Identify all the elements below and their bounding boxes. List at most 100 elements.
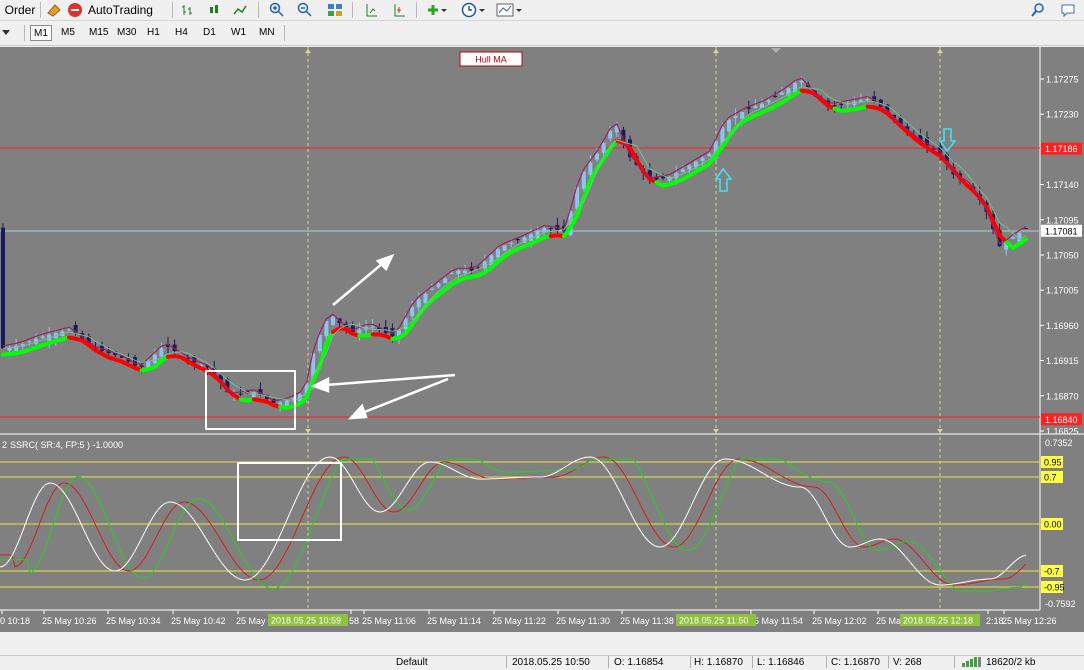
time-label: 25 May 11:06 bbox=[362, 616, 416, 626]
candle-body bbox=[456, 271, 460, 275]
candle-body bbox=[423, 294, 427, 303]
autotrading-button[interactable]: AutoTrading bbox=[68, 1, 168, 19]
candle-body bbox=[503, 245, 507, 250]
status-separator bbox=[690, 656, 691, 668]
toolbar-dropdown-icon[interactable] bbox=[2, 30, 10, 35]
candle-body bbox=[740, 112, 744, 119]
status-separator bbox=[954, 656, 955, 668]
candle-body bbox=[437, 283, 441, 287]
chat-icon[interactable] bbox=[1058, 1, 1078, 19]
status-close: C: 1.16870 bbox=[831, 657, 880, 668]
candle-body bbox=[153, 355, 157, 364]
time-label: 58 bbox=[349, 616, 359, 626]
candle-body bbox=[866, 99, 870, 100]
candle-body bbox=[839, 104, 843, 105]
level-tag-label: 0.95 bbox=[1044, 458, 1062, 468]
new-order-button[interactable]: Order bbox=[2, 1, 38, 19]
connection-icon[interactable] bbox=[962, 657, 982, 670]
search-icon[interactable] bbox=[1028, 1, 1048, 19]
time-label: 25 May 12:02 bbox=[812, 616, 867, 626]
price-label: 1.17095 bbox=[1046, 215, 1079, 225]
timeframe-d1[interactable]: D1 bbox=[200, 25, 219, 41]
time-highlight-label: 2018.05.25 11:50 bbox=[679, 616, 748, 626]
level-tag-label: -0.7 bbox=[1044, 567, 1060, 577]
time-label: 25 May 11:22 bbox=[492, 616, 546, 626]
candle-body bbox=[430, 289, 434, 290]
status-separator bbox=[888, 656, 889, 668]
timeframe-w1[interactable]: W1 bbox=[228, 25, 249, 41]
timeframe-m15[interactable]: M15 bbox=[86, 25, 111, 41]
time-label: 2:18 bbox=[986, 616, 1004, 626]
candle-body bbox=[595, 154, 599, 160]
status-profile[interactable]: Default bbox=[396, 657, 428, 668]
candle-body bbox=[159, 348, 163, 356]
candle-body bbox=[496, 249, 500, 258]
status-separator bbox=[608, 656, 609, 668]
timeframe-m1[interactable]: M1 bbox=[30, 25, 52, 41]
timeframe-mn[interactable]: MN bbox=[256, 25, 278, 41]
oscillator-pane: 2 SSRC( SR:4, FP:5 ) -1.0000 0.950.70.00… bbox=[0, 438, 1076, 609]
level-tag-label: 0.7 bbox=[1044, 473, 1057, 483]
periods-clock-icon[interactable] bbox=[458, 1, 488, 19]
status-separator bbox=[752, 656, 753, 668]
candle-body bbox=[727, 120, 731, 132]
price-label: 1.16915 bbox=[1046, 356, 1079, 366]
time-label: 25 May 10:26 bbox=[42, 616, 97, 626]
templates-icon[interactable] bbox=[494, 1, 524, 19]
chart-shift-icon[interactable] bbox=[360, 1, 382, 19]
candle-body bbox=[404, 318, 408, 329]
price-tag-label: 1.17081 bbox=[1045, 226, 1078, 236]
price-tag-label: 1.16840 bbox=[1045, 415, 1078, 425]
bar-chart-icon[interactable] bbox=[178, 1, 198, 19]
candle-body bbox=[443, 278, 447, 283]
level-tag-label: 0.00 bbox=[1044, 520, 1062, 530]
candle-body bbox=[509, 243, 513, 244]
price-axis: 1.172751.172301.171861.171401.170951.170… bbox=[1040, 75, 1082, 437]
timeframe-m5[interactable]: M5 bbox=[58, 25, 78, 41]
candle-body bbox=[252, 392, 256, 397]
level-tag-label: -0.95 bbox=[1044, 583, 1065, 593]
candle-body bbox=[1011, 237, 1015, 239]
candle-body bbox=[1024, 228, 1028, 229]
candle-body bbox=[780, 93, 784, 95]
candle-body bbox=[450, 273, 454, 274]
candle-body bbox=[687, 165, 691, 169]
line-chart-icon[interactable] bbox=[230, 1, 250, 19]
candlestick-icon[interactable] bbox=[204, 1, 224, 19]
price-label: 1.17005 bbox=[1046, 286, 1079, 296]
candle-body bbox=[773, 96, 777, 97]
chart-canvas[interactable]: Hull MA 1.172751.172301.171861.171401.17… bbox=[0, 47, 1084, 632]
price-chart[interactable]: Hull MA 1.172751.172301.171861.171401.17… bbox=[0, 47, 1084, 632]
candle-body bbox=[27, 341, 31, 342]
candle-body bbox=[582, 172, 586, 190]
price-tag-label: 1.17186 bbox=[1045, 144, 1078, 154]
autoscroll-icon[interactable] bbox=[388, 1, 410, 19]
timeframe-h1[interactable]: H1 bbox=[144, 25, 163, 41]
timeframe-m30[interactable]: M30 bbox=[114, 25, 139, 41]
timeframe-h4[interactable]: H4 bbox=[172, 25, 191, 41]
status-low: L: 1.16846 bbox=[757, 657, 804, 668]
candle-body bbox=[1017, 233, 1021, 242]
candle-body bbox=[707, 154, 711, 156]
candle-body bbox=[542, 228, 546, 233]
autotrading-label: AutoTrading bbox=[88, 3, 153, 17]
indicators-icon[interactable] bbox=[424, 1, 450, 19]
zoom-in-icon[interactable] bbox=[266, 1, 288, 19]
price-label: 1.17230 bbox=[1046, 110, 1079, 120]
oscillator-axis-label: -0.7592 bbox=[1045, 599, 1076, 609]
time-label: 25 May 11:38 bbox=[620, 616, 674, 626]
candle-body bbox=[602, 143, 606, 153]
oscillator-annotation-rectangle[interactable] bbox=[238, 463, 341, 540]
candle-body bbox=[800, 81, 804, 83]
candle-body bbox=[41, 336, 45, 338]
status-separator bbox=[506, 656, 507, 668]
oscillator-red-line bbox=[0, 457, 1026, 585]
zoom-out-icon[interactable] bbox=[294, 1, 316, 19]
metaeditor-icon[interactable] bbox=[44, 1, 64, 19]
oscillator-axis-label: 0.7352 bbox=[1045, 438, 1073, 448]
oscillator-title: SSRC( SR:4, FP:5 ) -1.0000 bbox=[10, 440, 123, 450]
candle-body bbox=[681, 169, 685, 172]
price-label: 1.17275 bbox=[1046, 75, 1079, 85]
candle-body bbox=[1, 228, 5, 349]
tile-windows-icon[interactable] bbox=[324, 1, 346, 19]
